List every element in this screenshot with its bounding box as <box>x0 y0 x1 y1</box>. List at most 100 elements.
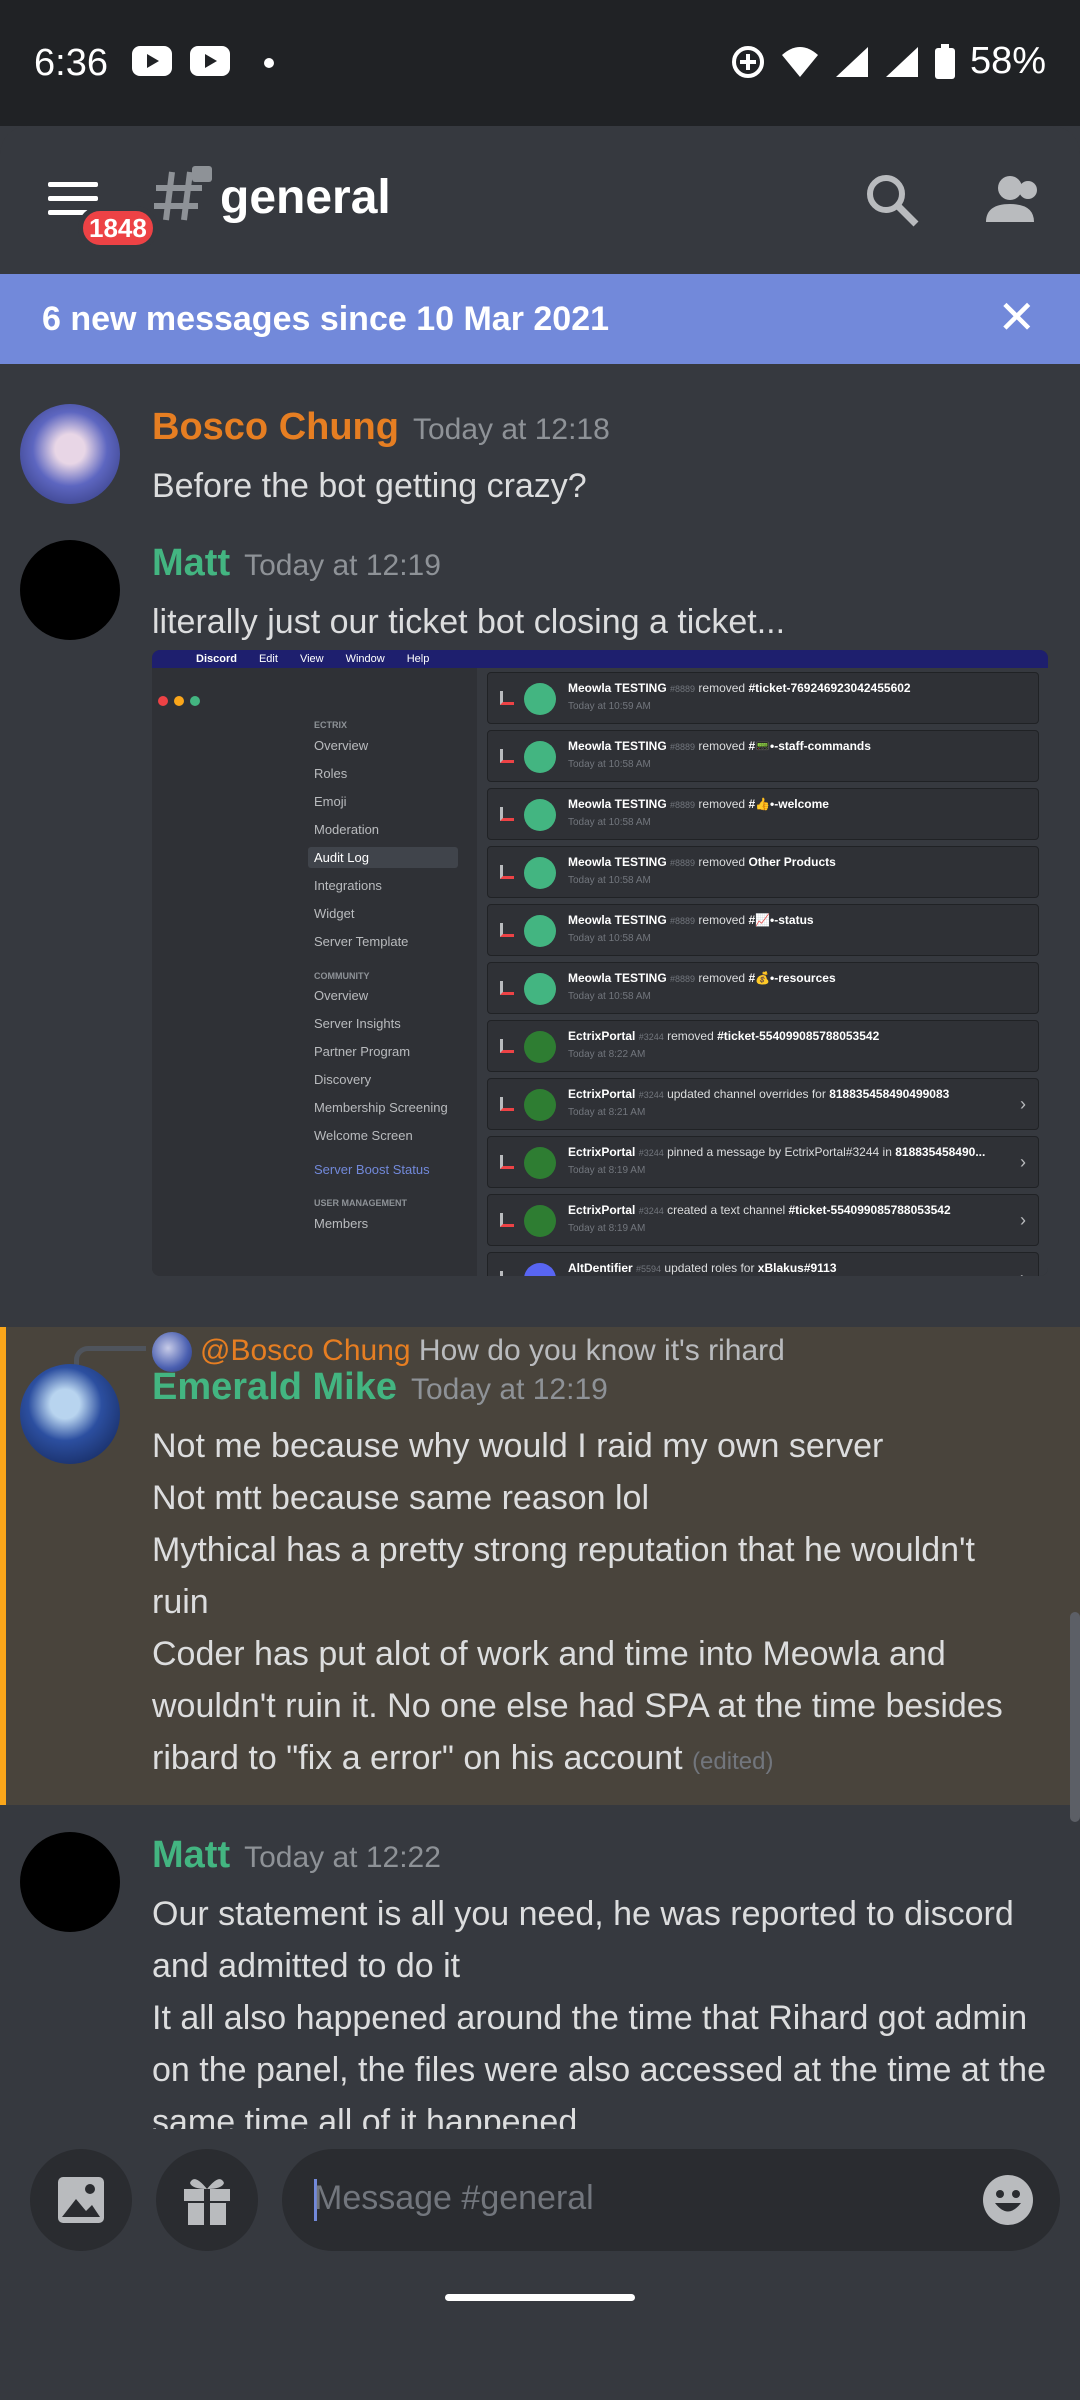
message-timestamp: Today at 12:19 <box>244 549 441 582</box>
signal-icon <box>885 46 918 77</box>
audit-log-text: EctrixPortal #3244 pinned a message by E… <box>568 1145 986 1159</box>
message-input[interactable]: Message #general <box>282 2149 1060 2251</box>
channel-title: general <box>220 171 391 224</box>
sidebar-item: Server Template <box>314 934 409 949</box>
message-author[interactable]: Matt Today at 12:19 <box>152 542 441 585</box>
audit-log-text: Meowla TESTING #8889 removed #ticket-769… <box>568 681 911 695</box>
menubar-item: Window <box>345 653 385 665</box>
message-text: Our statement is all you need, he was re… <box>152 1888 1052 2129</box>
battery-percent: 58% <box>969 40 1046 82</box>
close-banner-button[interactable]: ✕ <box>997 294 1036 340</box>
audit-action-icon <box>500 865 514 879</box>
audit-log-row: Meowla TESTING #8889 removed #ticket-769… <box>487 672 1039 724</box>
attach-image-button[interactable] <box>30 2149 132 2251</box>
message-composer: Message #general <box>0 2129 1080 2400</box>
message-line: wouldn't ruin it. No one else had SPA at… <box>152 1687 1003 1725</box>
home-indicator[interactable] <box>445 2294 635 2301</box>
sidebar-item: Server Boost Status <box>314 1162 430 1177</box>
audit-log-text: Meowla TESTING #8889 removed #📟•-staff-c… <box>568 739 871 753</box>
avatar <box>524 1205 556 1237</box>
gift-button[interactable] <box>156 2149 258 2251</box>
audit-action-icon <box>500 1213 514 1227</box>
audit-log-time: Today at 10:58 AM <box>568 759 651 770</box>
audit-log-row: Meowla TESTING #8889 removed #📟•-staff-c… <box>487 730 1039 782</box>
message-line: and admitted to do it <box>152 1947 461 1985</box>
message-line: Not mtt because same reason lol <box>152 1479 650 1517</box>
sidebar-item: Emoji <box>314 794 347 809</box>
chevron-right-icon: › <box>1020 1268 1026 1276</box>
message-author[interactable]: Bosco Chung Today at 12:18 <box>152 406 610 449</box>
audit-log-text: AltDentifier #5594 updated roles for xBl… <box>568 1261 837 1275</box>
audit-action-icon <box>500 1271 514 1276</box>
chevron-right-icon: › <box>1020 1210 1026 1230</box>
members-icon[interactable] <box>982 168 1046 232</box>
avatar[interactable] <box>20 540 120 640</box>
message-line: on the panel, the files were also access… <box>152 2051 1046 2089</box>
audit-log-time: Today at 8:21 AM <box>568 1107 646 1118</box>
locked-channel-icon <box>154 166 212 221</box>
audit-log-row: Meowla TESTING #8889 removed #👍•-welcome… <box>487 788 1039 840</box>
avatar <box>524 915 556 947</box>
emoji-icon[interactable] <box>982 2174 1034 2226</box>
audit-log-row: EctrixPortal #3244 updated channel overr… <box>487 1078 1039 1130</box>
sidebar-section-title: COMMUNITY <box>314 971 370 981</box>
youtube-notification-icon <box>190 46 230 76</box>
message-text: Before the bot getting crazy? <box>152 467 587 505</box>
sidebar-section-title: USER MANAGEMENT <box>314 1198 408 1208</box>
avatar[interactable] <box>20 404 120 504</box>
image-icon <box>58 2177 104 2223</box>
message-author[interactable]: Matt Today at 12:22 <box>152 1834 441 1877</box>
message-input-placeholder: Message #general <box>314 2179 594 2217</box>
audit-log-time: Today at 10:58 AM <box>568 875 651 886</box>
audit-log-time: Today at 8:22 AM <box>568 1049 646 1060</box>
sidebar-item: Membership Screening <box>314 1100 448 1115</box>
avatar <box>524 799 556 831</box>
attachment-menubar: Discord Edit View Window Help <box>152 650 1048 668</box>
status-time: 6:36 <box>34 42 108 84</box>
audit-action-icon <box>500 923 514 937</box>
search-icon[interactable] <box>860 168 924 232</box>
audit-log-time: Today at 8:19 AM <box>568 1223 646 1234</box>
scrollbar-thumb[interactable] <box>1070 1612 1080 1822</box>
audit-action-icon <box>500 1039 514 1053</box>
sidebar-item: Roles <box>314 766 348 781</box>
audit-log-time: Today at 10:58 AM <box>568 933 651 944</box>
message-timestamp: Today at 12:22 <box>244 1841 441 1874</box>
chevron-right-icon: › <box>1020 1094 1026 1114</box>
avatar <box>524 1263 556 1276</box>
audit-log-row: EctrixPortal #3244 removed #ticket-55409… <box>487 1020 1039 1072</box>
youtube-notification-icon <box>132 46 172 76</box>
edited-label: (edited) <box>692 1748 774 1775</box>
avatar[interactable] <box>20 1832 120 1932</box>
audit-log-time: Today at 10:58 AM <box>568 991 651 1002</box>
audit-action-icon <box>500 749 514 763</box>
audit-action-icon <box>500 981 514 995</box>
message-author[interactable]: Emerald Mike Today at 12:19 <box>152 1366 608 1409</box>
channel-header: 1848 general <box>0 126 1080 274</box>
menubar-item: Help <box>406 653 430 665</box>
reply-author: @Bosco Chung <box>200 1333 411 1367</box>
message-feed[interactable]: Bosco Chung Today at 12:18 Before the bot… <box>0 364 1080 2129</box>
avatar[interactable] <box>20 1364 120 1464</box>
menubar-item: Edit <box>258 653 278 665</box>
sidebar-item: Overview <box>314 738 369 753</box>
chevron-right-icon: › <box>1020 1152 1026 1172</box>
data-saver-icon <box>731 45 764 78</box>
new-messages-banner[interactable]: 6 new messages since 10 Mar 2021 ✕ <box>0 274 1080 364</box>
sidebar-item: Moderation <box>314 822 380 837</box>
audit-log-text: EctrixPortal #3244 removed #ticket-55409… <box>568 1029 880 1043</box>
avatar <box>524 973 556 1005</box>
menubar-item: View <box>299 653 324 665</box>
menubar-item: Discord <box>196 653 237 665</box>
audit-log-text: Meowla TESTING #8889 removed #💰•-resourc… <box>568 971 836 985</box>
avatar <box>524 1089 556 1121</box>
audit-log-time: Today at 10:58 AM <box>568 817 651 828</box>
status-bar: 6:36 58% <box>0 0 1080 126</box>
audit-action-icon <box>500 807 514 821</box>
audit-log-row: EctrixPortal #3244 created a text channe… <box>487 1194 1039 1246</box>
audit-log-row: Meowla TESTING #8889 removed #💰•-resourc… <box>487 962 1039 1014</box>
message-line: Coder has put alot of work and time into… <box>152 1635 946 1673</box>
image-attachment[interactable]: Discord Edit View Window Help ECTRIX Ove… <box>152 650 1048 1276</box>
message-line: It all also happened around the time tha… <box>152 1999 1028 2037</box>
audit-log-row: EctrixPortal #3244 pinned a message by E… <box>487 1136 1039 1188</box>
